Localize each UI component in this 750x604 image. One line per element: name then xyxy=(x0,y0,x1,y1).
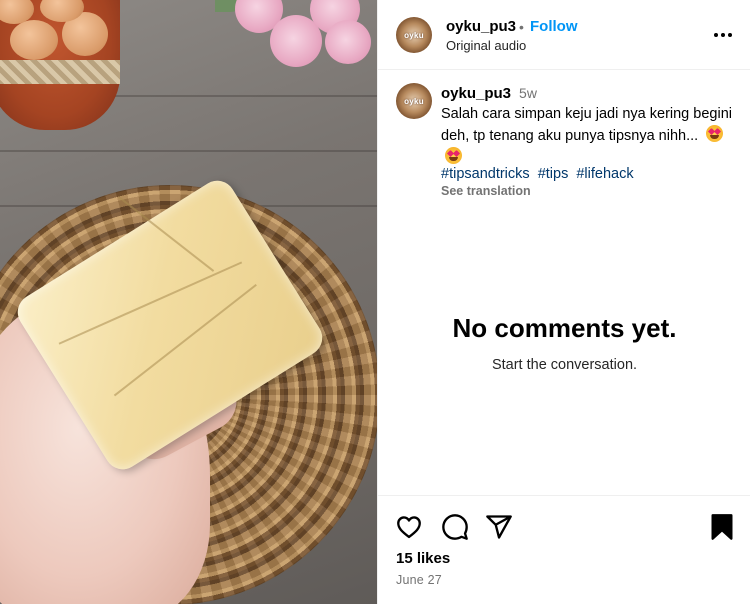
caption-avatar[interactable]: oyku xyxy=(396,83,432,119)
avatar-text: oyku xyxy=(404,96,424,106)
follow-button[interactable]: Follow xyxy=(530,18,578,35)
post-image[interactable] xyxy=(0,0,377,604)
flower xyxy=(325,20,371,64)
cheese-crack xyxy=(58,261,243,345)
post-sidebar: oyku oyku_pu3 • Follow Original audio oy… xyxy=(377,0,750,604)
post-time[interactable]: 5w xyxy=(519,85,537,101)
post-header: oyku oyku_pu3 • Follow Original audio xyxy=(378,0,750,70)
action-bar: 15 likes June 27 xyxy=(378,495,750,604)
caption-text: Salah cara simpan keju jadi nya kering b… xyxy=(441,104,741,169)
heart-icon[interactable] xyxy=(395,513,425,543)
send-icon[interactable] xyxy=(485,513,515,543)
more-options-icon[interactable] xyxy=(708,20,738,50)
caption-username[interactable]: oyku_pu3 xyxy=(441,85,511,102)
avatar[interactable]: oyku xyxy=(396,17,432,53)
likes-count[interactable]: 15 likes xyxy=(396,550,450,567)
comment-icon[interactable] xyxy=(441,513,471,543)
egg xyxy=(10,20,58,60)
see-translation-link[interactable]: See translation xyxy=(441,184,531,198)
hashtag-link[interactable]: #tips xyxy=(538,166,569,182)
heart-eyes-emoji-icon xyxy=(706,125,724,142)
hashtag-link[interactable]: #lifehack xyxy=(576,166,633,182)
original-audio-link[interactable]: Original audio xyxy=(446,38,526,53)
no-comments-subtitle: Start the conversation. xyxy=(491,357,638,373)
cheese-crack xyxy=(113,283,257,397)
hashtag-link[interactable]: #tipsandtricks xyxy=(441,166,530,182)
header-username[interactable]: oyku_pu3 xyxy=(446,18,516,35)
basket-rim xyxy=(0,60,120,84)
heart-eyes-emoji-icon xyxy=(445,147,462,164)
separator-dot: • xyxy=(519,19,524,35)
wood-grain xyxy=(0,150,377,152)
post-date[interactable]: June 27 xyxy=(396,573,442,587)
hashtags: #tipsandtricks #tips #lifehack xyxy=(441,166,638,182)
caption-meta: oyku_pu3 5w xyxy=(441,85,537,103)
no-comments-title: No comments yet. xyxy=(452,313,677,343)
avatar-text: oyku xyxy=(404,30,424,40)
bookmark-icon[interactable] xyxy=(708,513,738,543)
caption-body: Salah cara simpan keju jadi nya kering b… xyxy=(441,106,732,144)
flowers xyxy=(215,0,377,75)
